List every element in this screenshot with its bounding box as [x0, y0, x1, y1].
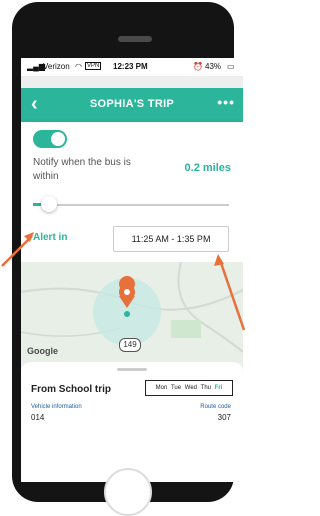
notify-distance: 0.2 miles — [184, 162, 231, 174]
more-dots-icon[interactable]: ••• — [217, 94, 235, 110]
vehicle-value: 014 — [31, 413, 45, 422]
annotation-arrow-right-icon — [214, 254, 246, 331]
carrier-label: Verizon — [43, 62, 70, 71]
day-wed: Wed — [184, 385, 197, 391]
battery-icon: ▭ — [227, 62, 235, 71]
battery-percent: 43% — [205, 62, 222, 71]
status-bar: ▂▄▆ Verizon ◠ VPN 12:23 PM ⏰ 43% ▭ — [21, 58, 243, 76]
vpn-badge: VPN — [85, 62, 102, 70]
page-title: SOPHIA'S TRIP — [89, 98, 175, 110]
app-header: ‹ SOPHIA'S TRIP ••• — [21, 88, 243, 122]
toggle-knob — [51, 132, 65, 146]
home-button[interactable] — [104, 468, 152, 516]
status-time: 12:23 PM — [113, 62, 148, 71]
alert-time-range[interactable]: 11:25 AM - 1:35 PM — [113, 226, 229, 252]
day-fri: Fri — [214, 385, 223, 391]
route-code-value: 307 — [217, 413, 231, 422]
notify-label: Notify when the bus is within — [33, 157, 131, 182]
trip-days: Mon Tue Wed Thu Fri — [145, 380, 233, 396]
sheet-handle[interactable] — [117, 368, 147, 371]
day-mon: Mon — [155, 385, 168, 391]
vehicle-label: Vehicle information — [31, 404, 82, 410]
notify-toggle[interactable] — [33, 130, 67, 148]
wifi-icon: ◠ — [75, 62, 82, 71]
route-code-label: Route code — [200, 404, 231, 410]
phone-speaker — [118, 36, 152, 42]
google-logo: Google — [27, 346, 58, 356]
distance-slider-track[interactable] — [33, 204, 229, 206]
route-badge: 149 — [119, 338, 141, 352]
day-tue: Tue — [170, 385, 182, 391]
notify-panel: Notify when the bus is within 0.2 miles … — [21, 122, 243, 262]
trip-title: From School trip — [31, 384, 111, 395]
distance-slider-knob[interactable] — [41, 196, 57, 212]
trip-sheet: From School trip Mon Tue Wed Thu Fri Veh… — [21, 362, 243, 482]
day-thu: Thu — [200, 385, 212, 391]
annotation-arrow-left-icon — [1, 232, 34, 267]
alarm-icon: ⏰ — [193, 62, 203, 71]
